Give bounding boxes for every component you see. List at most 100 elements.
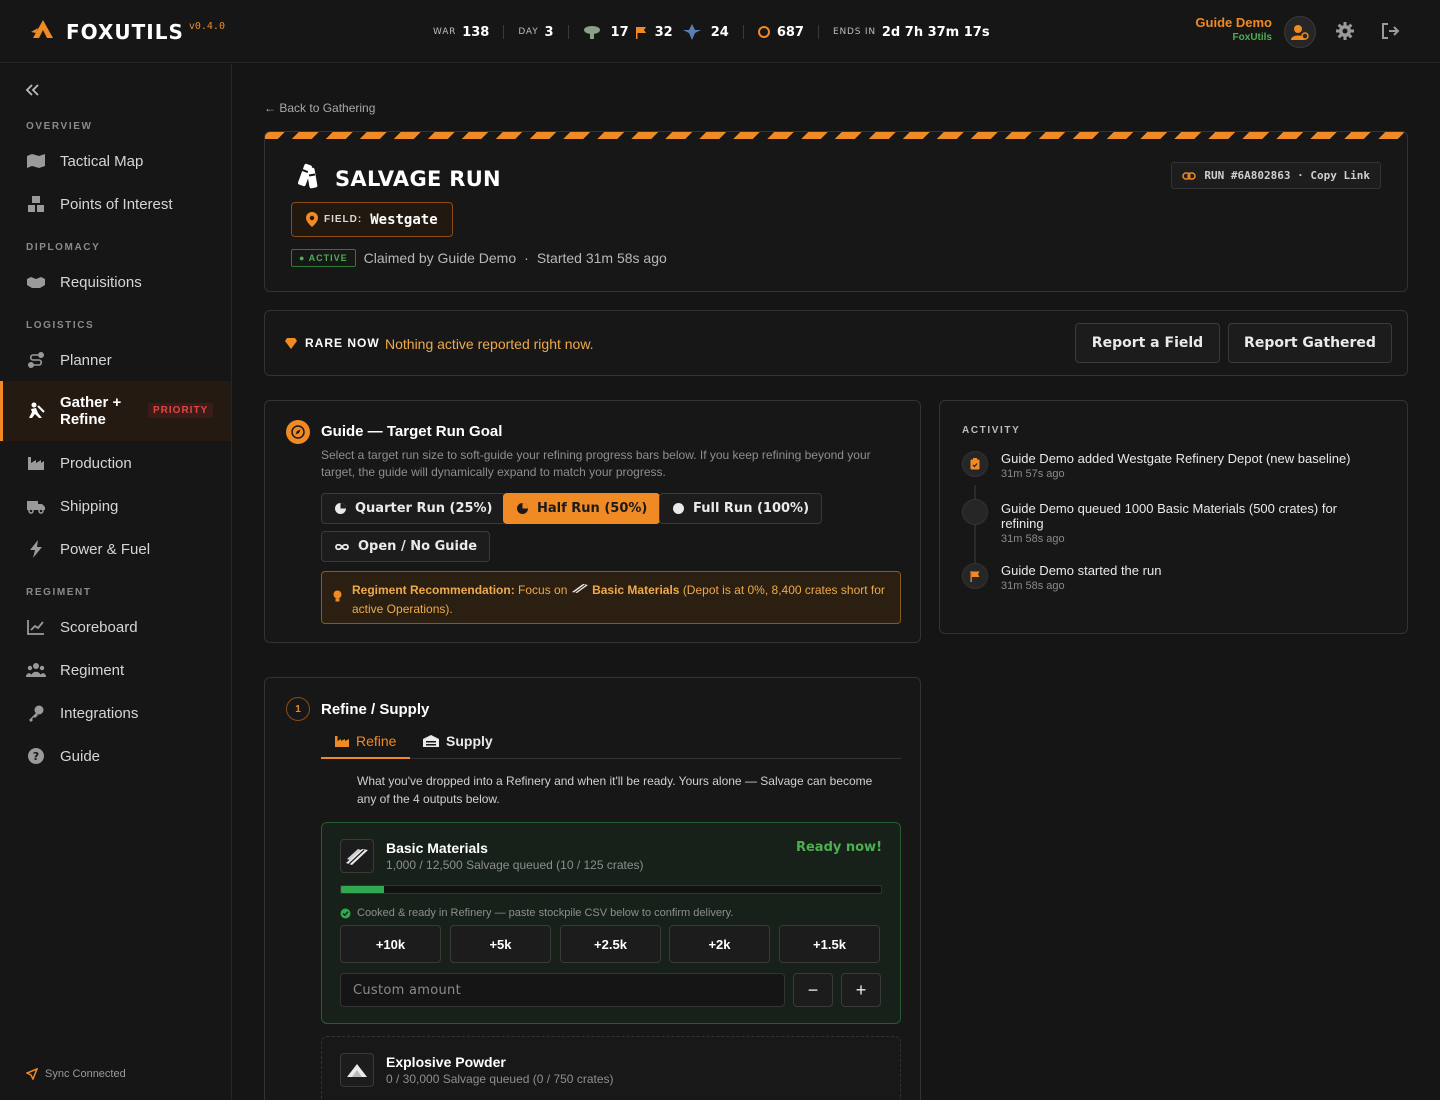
sidebar-item-label: Planner <box>60 351 112 369</box>
sidebar-item-scoreboard[interactable]: Scoreboard <box>0 607 231 647</box>
add-5k-button[interactable]: +5k <box>450 925 551 963</box>
started-ago: Started 31m 58s ago <box>536 250 667 266</box>
warden-icon <box>583 24 601 40</box>
activity-panel: ACTIVITY Guide Demo added Westgate Refin… <box>939 400 1408 634</box>
add-2-5k-button[interactable]: +2.5k <box>560 925 661 963</box>
guide-card: Guide — Target Run Goal Select a target … <box>264 400 921 643</box>
gear-icon <box>1335 21 1355 41</box>
field-value: Westgate <box>370 211 438 228</box>
bolt-icon <box>26 539 46 559</box>
field-label: FIELD: <box>324 214 363 225</box>
copy-run-link-button[interactable]: RUN #6A802863 · Copy Link <box>1171 162 1381 189</box>
users-icon <box>26 660 46 680</box>
arrow-left-icon: ← <box>264 101 276 115</box>
sidebar-item-shipping[interactable]: Shipping <box>0 486 231 526</box>
sidebar-item-gather-refine[interactable]: Gather + Refine PRIORITY <box>0 381 231 441</box>
lightbulb-icon <box>333 590 342 603</box>
sidebar-item-label: Points of Interest <box>60 195 173 213</box>
truck-icon <box>26 496 46 516</box>
sidebar-item-integrations[interactable]: Integrations <box>0 693 231 733</box>
user-info[interactable]: Guide Demo FoxUtils <box>1195 15 1272 43</box>
divider <box>503 25 505 39</box>
explosive-powder-icon <box>340 1053 374 1087</box>
add-10k-button[interactable]: +10k <box>340 925 441 963</box>
add-1-5k-button[interactable]: +1.5k <box>779 925 880 963</box>
run-header-card: SALVAGE RUN RUN #6A802863 · Copy Link FI… <box>264 131 1408 292</box>
day-value: 3 <box>544 24 554 40</box>
refine-supply-title: Refine / Supply <box>321 701 430 718</box>
activity-time: 31m 57s ago <box>1001 468 1065 480</box>
back-link-label: Back to Gathering <box>279 101 376 115</box>
sidebar-item-planner[interactable]: Planner <box>0 340 231 380</box>
status-badge-label: ACTIVE <box>308 253 348 263</box>
sidebar-item-regiment[interactable]: Regiment <box>0 650 231 690</box>
full-run-button[interactable]: Full Run (100%) <box>659 493 823 524</box>
section-logistics: LOGISTICS <box>26 320 95 331</box>
full-run-label: Full Run (100%) <box>693 501 810 516</box>
field-badge: FIELD: Westgate <box>291 202 453 237</box>
custom-amount-input[interactable] <box>340 973 785 1007</box>
tab-refine[interactable]: Refine <box>321 733 410 759</box>
key-icon <box>26 703 46 723</box>
add-2k-button[interactable]: +2k <box>669 925 770 963</box>
run-id-label: RUN #6A802863 · Copy Link <box>1204 169 1370 182</box>
brand[interactable]: FOXUTILS v0.4.0 <box>30 16 225 47</box>
help-circle-icon: ? <box>26 746 46 766</box>
sidebar-item-guide[interactable]: ? Guide <box>0 736 231 776</box>
user-settings-icon <box>1291 24 1309 40</box>
step-number: 1 <box>286 697 310 721</box>
sidebar-item-label: Gather + Refine <box>60 394 121 428</box>
status-badge: ● ACTIVE <box>291 249 356 267</box>
open-no-guide-button[interactable]: Open / No Guide <box>321 531 491 562</box>
sidebar-item-tactical-map[interactable]: Tactical Map <box>0 141 231 181</box>
quarter-run-label: Quarter Run (25%) <box>355 501 493 516</box>
tab-refine-label: Refine <box>356 733 397 749</box>
quarter-run-button[interactable]: Quarter Run (25%) <box>321 493 506 524</box>
sidebar-item-label: Integrations <box>60 704 139 722</box>
tab-supply[interactable]: Supply <box>423 733 493 749</box>
material-name: Explosive Powder <box>386 1054 506 1070</box>
back-link[interactable]: ← Back to Gathering <box>264 101 375 115</box>
report-gathered-button[interactable]: Report Gathered <box>1228 323 1392 363</box>
activity-message: Guide Demo queued 1000 Basic Materials (… <box>1001 501 1338 531</box>
gem-icon <box>285 337 297 349</box>
decrement-button[interactable]: − <box>793 973 833 1007</box>
divider <box>567 25 569 39</box>
half-run-label: Half Run (50%) <box>537 501 648 516</box>
activity-message: Guide Demo added Westgate Refinery Depot… <box>1001 451 1351 466</box>
gather-label: Gather + <box>60 394 122 411</box>
reco-item: Basic Materials <box>592 583 680 597</box>
section-regiment: REGIMENT <box>26 587 92 598</box>
war-value: 138 <box>462 24 490 40</box>
basic-materials-small-icon <box>571 583 589 597</box>
increment-button[interactable]: + <box>841 973 881 1007</box>
sidebar-item-requisitions[interactable]: Requisitions <box>0 262 231 302</box>
boxes-icon <box>26 194 46 214</box>
collapse-sidebar-button[interactable] <box>24 82 40 98</box>
refine-progress-bar <box>340 885 882 894</box>
empty-dot-icon <box>962 499 988 525</box>
report-field-button[interactable]: Report a Field <box>1075 323 1220 363</box>
check-circle-icon <box>340 908 351 919</box>
svg-text:?: ? <box>33 750 39 763</box>
half-run-button[interactable]: Half Run (50%) <box>503 493 661 524</box>
settings-button[interactable] <box>1334 20 1356 42</box>
war-label: WAR <box>433 27 457 37</box>
run-title: SALVAGE RUN <box>335 167 501 191</box>
refine-supply-tabs: Refine Supply <box>321 729 901 759</box>
divider <box>817 25 819 39</box>
sidebar-item-power-fuel[interactable]: Power & Fuel <box>0 529 231 569</box>
user-name: Guide Demo <box>1195 15 1272 30</box>
section-diplomacy: DIPLOMACY <box>26 242 101 253</box>
logout-button[interactable] <box>1380 20 1402 42</box>
sidebar-item-label: Scoreboard <box>60 618 138 636</box>
infinity-icon <box>334 542 350 552</box>
brand-name: FOXUTILS <box>66 19 184 44</box>
sidebar-item-production[interactable]: Production <box>0 443 231 483</box>
sidebar-item-points-of-interest[interactable]: Points of Interest <box>0 184 231 224</box>
map-pin-icon <box>306 212 318 227</box>
user-avatar-button[interactable] <box>1284 16 1316 48</box>
send-icon <box>26 1068 38 1080</box>
flag-icon <box>635 26 647 39</box>
pie-quarter-icon <box>334 502 347 515</box>
